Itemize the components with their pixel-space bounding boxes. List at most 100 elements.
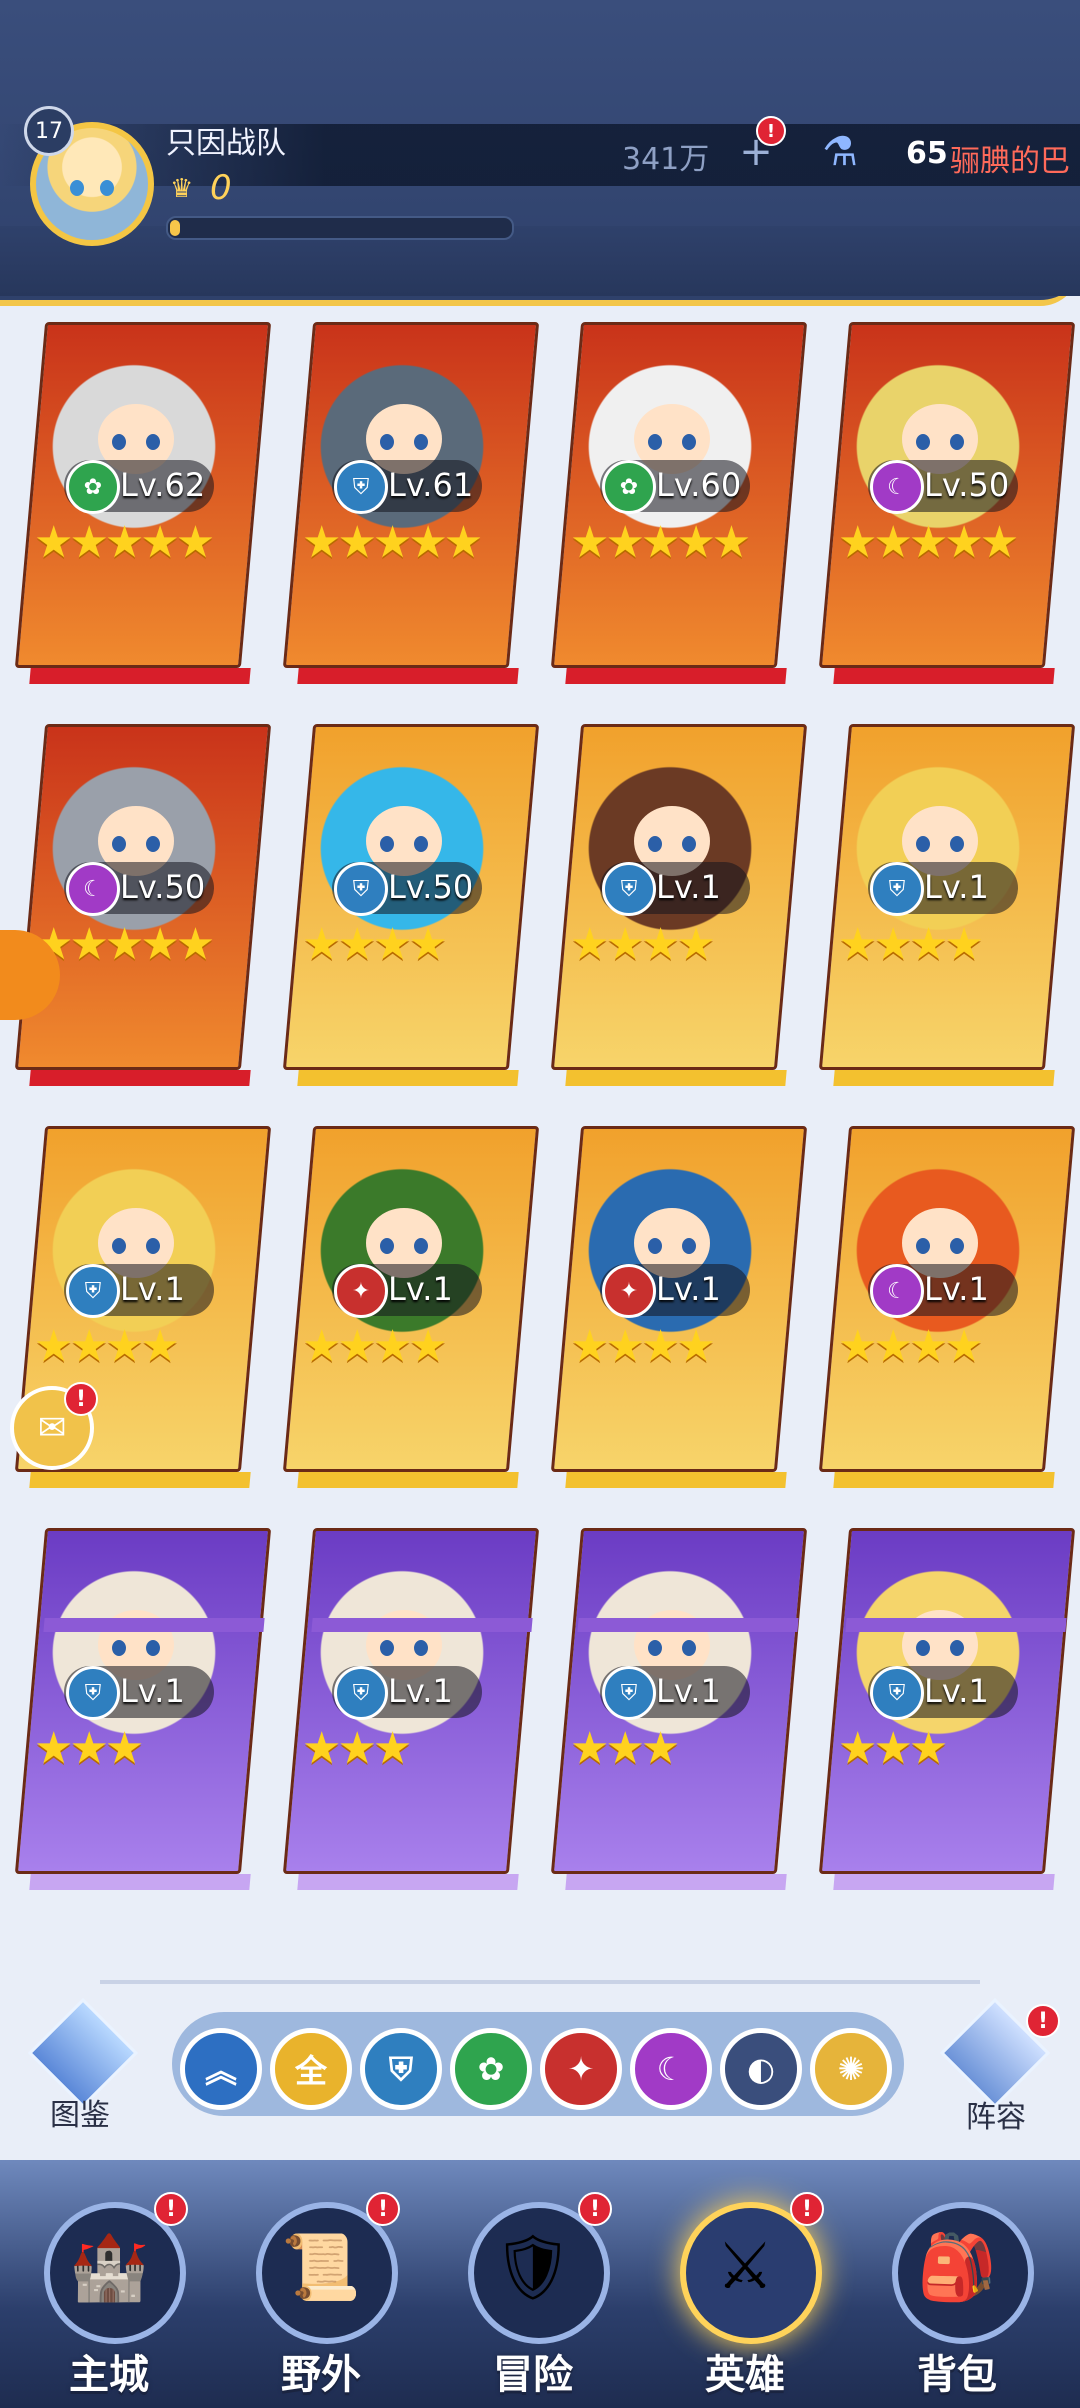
team-name: 只因战队 [166, 126, 286, 161]
nav-heroes-button[interactable]: ⚔ 英雄! [660, 2192, 830, 2408]
hero-level: Lv.1 [924, 868, 989, 906]
hero-card[interactable]: ⛨ Lv.61 ★★★★★ [282, 312, 540, 684]
hero-card[interactable]: ⛨ Lv.1 ★★★ [550, 1518, 808, 1890]
potion-count: 65 [906, 136, 948, 171]
hero-stars: ★★★ [570, 1723, 680, 1774]
hero-stars: ★★★★ [838, 919, 984, 970]
divider [100, 1980, 980, 1984]
hero-level: Lv.1 [388, 1672, 453, 1710]
hero-card-peek [845, 1618, 1067, 1632]
dark-class-icon: ☾ [870, 1264, 924, 1318]
potion-icon: ⚗ [822, 129, 858, 175]
hero-level: Lv.1 [924, 1672, 989, 1710]
hero-card[interactable]: ⛨ Lv.1 ★★★ [14, 1518, 272, 1890]
hero-card[interactable]: ✿ Lv.62 ★★★★★ [14, 312, 272, 684]
hero-stars: ★★★★★ [34, 517, 215, 568]
hero-rarity-bar [565, 668, 787, 684]
hero-card[interactable]: ✿ Lv.60 ★★★★★ [550, 312, 808, 684]
filter-all-button[interactable]: 全 [270, 2028, 352, 2110]
hero-level: Lv.1 [120, 1270, 185, 1308]
hero-card[interactable]: ⛨ Lv.1 ★★★ [818, 1518, 1076, 1890]
nav-badge: ! [790, 2192, 824, 2226]
hero-stars: ★★★★ [570, 1321, 716, 1372]
hero-rarity-bar [833, 1874, 1055, 1890]
hero-rarity-bar [565, 1070, 787, 1086]
hero-level: Lv.1 [924, 1270, 989, 1308]
hero-card[interactable]: ⛨ Lv.1 ★★★★ [818, 714, 1076, 1086]
hero-card-peek [43, 1618, 265, 1632]
nav-badge: ! [154, 2192, 188, 2226]
gold-amount: 341万 [622, 142, 710, 177]
guard-class-icon: ⛨ [66, 1264, 120, 1318]
hero-level: Lv.50 [388, 868, 474, 906]
hero-stars: ★★★ [302, 1723, 412, 1774]
nav-backpack-button[interactable]: 🎒 背包 [872, 2192, 1042, 2408]
hero-card[interactable]: ✦ Lv.1 ★★★★ [550, 1116, 808, 1488]
hero-card[interactable]: ⛨ Lv.1 ★★★★ [550, 714, 808, 1086]
nature-class-icon: ✿ [602, 460, 656, 514]
filter-dark-button[interactable]: ☾ [630, 2028, 712, 2110]
codex-label: 图鉴 [50, 2098, 110, 2133]
hero-rarity-bar [297, 1874, 519, 1890]
filter-collapse-button[interactable]: ︽ [180, 2028, 262, 2110]
top-bar-curve [0, 226, 1080, 296]
hero-stars: ★★★★★ [34, 919, 215, 970]
hero-stars: ★★★★ [570, 919, 716, 970]
hero-rarity-bar [297, 1472, 519, 1488]
avatar-eye [70, 180, 84, 196]
exp-bar [166, 216, 514, 240]
nav-badge: ! [366, 2192, 400, 2226]
hero-rarity-bar [833, 1070, 1055, 1086]
hero-stars: ★★★★★ [302, 517, 483, 568]
hero-card[interactable]: ☾ Lv.1 ★★★★ [818, 1116, 1076, 1488]
hero-level: Lv.60 [656, 466, 742, 504]
hero-level: Lv.1 [656, 868, 721, 906]
formation-label: 阵容 [966, 2100, 1026, 2135]
filter-moon-button[interactable]: ◐ [720, 2028, 802, 2110]
notification-badge: ! [756, 116, 786, 146]
hero-card[interactable]: ✦ Lv.1 ★★★★ [282, 1116, 540, 1488]
hero-level: Lv.1 [120, 1672, 185, 1710]
codex-button[interactable]: 图鉴 [27, 1997, 139, 2133]
hero-level: Lv.1 [656, 1672, 721, 1710]
nav-castle-button[interactable]: 🏰 主城! [24, 2192, 194, 2408]
hero-grid: ✿ Lv.62 ★★★★★ ⛨ Lv.61 ★★★★★ ✿ Lv.60 ★★★★★ ☾ Lv.50 ★… [0, 300, 1080, 1960]
hero-card[interactable]: ⛨ Lv.1 ★★★ [282, 1518, 540, 1890]
hero-card[interactable]: ☾ Lv.50 ★★★★★ [14, 714, 272, 1086]
filter-nature-button[interactable]: ✿ [450, 2028, 532, 2110]
hero-level: Lv.61 [388, 466, 474, 504]
hero-card-peek [577, 1618, 799, 1632]
nav-adventure-button[interactable]: 🛡 冒险! [448, 2192, 618, 2408]
hero-rarity-bar [29, 668, 251, 684]
hero-level: Lv.1 [388, 1270, 453, 1308]
nav-label: 背包 [917, 2352, 997, 2398]
avatar-eye [100, 180, 114, 196]
heroes-icon: ⚔ [716, 2230, 774, 2304]
filter-fire-button[interactable]: ✦ [540, 2028, 622, 2110]
hero-rarity-bar [565, 1874, 787, 1890]
hero-level: Lv.50 [924, 466, 1010, 504]
hero-level: Lv.50 [120, 868, 206, 906]
hero-card[interactable]: ☾ Lv.50 ★★★★★ [818, 312, 1076, 684]
hero-card[interactable]: ⛨ Lv.50 ★★★★ [282, 714, 540, 1086]
hero-stars: ★★★ [838, 1723, 948, 1774]
formation-button[interactable]: 阵容 ! [936, 1997, 1060, 2135]
hero-rarity-bar [29, 1472, 251, 1488]
hero-stars: ★★★★ [302, 1321, 448, 1372]
hero-rarity-bar [297, 668, 519, 684]
hero-stars: ★★★★★ [838, 517, 1019, 568]
nav-label: 野外 [281, 2352, 361, 2398]
player-level-badge: 17 [24, 106, 74, 156]
hero-rarity-bar [29, 1874, 251, 1890]
filter-guard-button[interactable]: ⛨ [360, 2028, 442, 2110]
nav-label: 主城 [69, 2352, 149, 2398]
nav-wilderness-button[interactable]: 📜 野外! [236, 2192, 406, 2408]
filter-light-button[interactable]: ✺ [810, 2028, 892, 2110]
hero-stars: ★★★★ [34, 1321, 180, 1372]
hero-stars: ★★★★ [838, 1321, 984, 1372]
dark-class-icon: ☾ [66, 862, 120, 916]
power-icon: ♛ [170, 174, 194, 204]
guard-class-icon: ⛨ [334, 1666, 388, 1720]
guard-class-icon: ⛨ [334, 460, 388, 514]
nature-class-icon: ✿ [66, 460, 120, 514]
